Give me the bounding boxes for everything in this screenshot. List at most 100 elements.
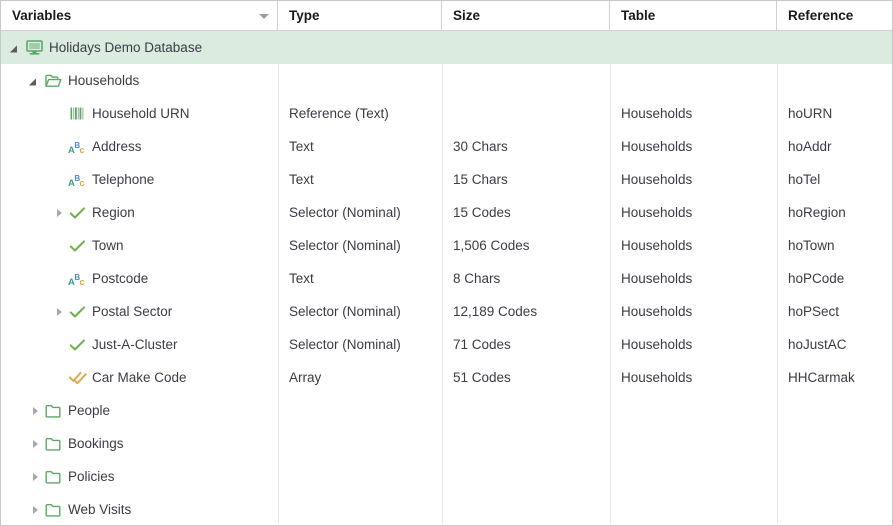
column-header-table[interactable]: Table	[610, 1, 777, 30]
collapse-arrow-icon[interactable]	[28, 436, 44, 452]
cell-table: Households	[610, 106, 777, 121]
cell-reference: hoRegion	[777, 205, 892, 220]
cell-variables: Postal Sector	[1, 304, 278, 320]
collapse-arrow-icon[interactable]	[28, 502, 44, 518]
table-row[interactable]: Region Selector (Nominal) 15 Codes Househol…	[1, 196, 892, 229]
cell-size-text: 1,506 Codes	[453, 238, 530, 253]
expand-arrow-icon[interactable]	[9, 40, 25, 56]
cell-table: Households	[610, 370, 777, 385]
cell-variables: Car Make Code	[1, 370, 278, 386]
variable-name-label: Postcode	[92, 271, 149, 286]
cell-type-text: Selector (Nominal)	[289, 238, 401, 253]
cell-size-text: 15 Chars	[453, 172, 508, 187]
cell-size: 71 Codes	[442, 337, 610, 352]
cell-table: Households	[610, 139, 777, 154]
variable-name-label: Telephone	[92, 172, 155, 187]
variable-name-label: People	[68, 403, 111, 418]
cell-size: 1,506 Codes	[442, 238, 610, 253]
table-row[interactable]: Household URN Reference (Text) Households h…	[1, 97, 892, 130]
collapse-arrow-icon[interactable]	[28, 469, 44, 485]
cell-type-text: Text	[289, 271, 314, 286]
cell-table-text: Households	[621, 139, 693, 154]
column-header-table-label: Table	[621, 8, 656, 23]
cell-size: 51 Codes	[442, 370, 610, 385]
table-row[interactable]: A Bc Postcode Text 8 Chars Households hoPCode	[1, 262, 892, 295]
variable-name-label: Household URN	[92, 106, 190, 121]
cell-type-text: Text	[289, 139, 314, 154]
table-row[interactable]: Car Make Code Array 51 Codes Households HHCa…	[1, 361, 892, 394]
cell-reference-text: hoTown	[788, 238, 835, 253]
variable-name-label: Region	[92, 205, 135, 220]
cell-variables: A Bc Address	[1, 139, 278, 155]
cell-variables: People	[1, 403, 278, 419]
column-header-type[interactable]: Type	[278, 1, 442, 30]
check-selector-icon	[68, 238, 87, 254]
cell-type: Text	[278, 139, 442, 154]
table-row[interactable]: Town Selector (Nominal) 1,506 Codes Househo…	[1, 229, 892, 262]
cell-size-text: 71 Codes	[453, 337, 511, 352]
cell-size-text: 12,189 Codes	[453, 304, 538, 319]
cell-variables: Household URN	[1, 106, 278, 122]
abc-text-icon: ABc	[68, 139, 87, 155]
cell-size: 8 Chars	[442, 271, 610, 286]
cell-reference-text: hoPSect	[788, 304, 840, 319]
cell-table-text: Households	[621, 106, 693, 121]
column-header-variables[interactable]: Variables	[1, 1, 278, 30]
column-header-type-label: Type	[289, 8, 320, 23]
variable-name-label: Holidays Demo Database	[49, 40, 203, 55]
table-row[interactable]: Bookings	[1, 427, 892, 460]
double-check-array-icon	[68, 370, 87, 386]
cell-variables: Town	[1, 238, 278, 254]
variable-name-label: Postal Sector	[92, 304, 173, 319]
cell-size-text: 30 Chars	[453, 139, 508, 154]
cell-size: 15 Codes	[442, 205, 610, 220]
cell-reference: hoURN	[777, 106, 892, 121]
table-row[interactable]: Postal Sector Selector (Nominal) 12,189 Co…	[1, 295, 892, 328]
table-row[interactable]: Holidays Demo Database	[1, 31, 892, 64]
cell-type: Reference (Text)	[278, 106, 442, 121]
cell-table: Households	[610, 172, 777, 187]
cell-size: 30 Chars	[442, 139, 610, 154]
cell-table-text: Households	[621, 205, 693, 220]
database-monitor-icon	[25, 40, 44, 56]
cell-type: Selector (Nominal)	[278, 238, 442, 253]
abc-text-icon: ABc	[68, 172, 87, 188]
chevron-down-icon[interactable]	[259, 13, 269, 19]
expand-arrow-icon[interactable]	[28, 73, 44, 89]
variable-name-label: Web Visits	[68, 502, 132, 517]
variable-name-label: Policies	[68, 469, 115, 484]
table-row[interactable]: Just-A-Cluster Selector (Nominal) 71 Codes…	[1, 328, 892, 361]
table-row[interactable]: Policies	[1, 460, 892, 493]
collapse-arrow-icon[interactable]	[52, 304, 68, 320]
column-header-reference[interactable]: Reference	[777, 1, 892, 30]
cell-table: Households	[610, 238, 777, 253]
table-row[interactable]: A Bc Telephone Text 15 Chars Households hoTel	[1, 163, 892, 196]
table-row[interactable]: Households	[1, 64, 892, 97]
cell-table-text: Households	[621, 304, 693, 319]
cell-table: Households	[610, 337, 777, 352]
cell-reference: hoAddr	[777, 139, 892, 154]
table-row[interactable]: A Bc Address Text 30 Chars Households hoAddr	[1, 130, 892, 163]
cell-table-text: Households	[621, 238, 693, 253]
cell-reference: hoPCode	[777, 271, 892, 286]
variable-name-label: Car Make Code	[92, 370, 187, 385]
column-header-size[interactable]: Size	[442, 1, 610, 30]
cell-type: Text	[278, 172, 442, 187]
folder-closed-icon	[44, 469, 63, 485]
table-row[interactable]: Web Visits	[1, 493, 892, 524]
cell-type-text: Text	[289, 172, 314, 187]
variable-name-label: Bookings	[68, 436, 124, 451]
cell-reference: HHCarmak	[777, 370, 892, 385]
cell-reference-text: hoTel	[788, 172, 821, 187]
collapse-arrow-icon[interactable]	[28, 403, 44, 419]
collapse-arrow-icon[interactable]	[52, 205, 68, 221]
cell-table: Households	[610, 205, 777, 220]
table-row[interactable]: People	[1, 394, 892, 427]
folder-closed-icon	[44, 502, 63, 518]
abc-text-icon: ABc	[68, 271, 87, 287]
